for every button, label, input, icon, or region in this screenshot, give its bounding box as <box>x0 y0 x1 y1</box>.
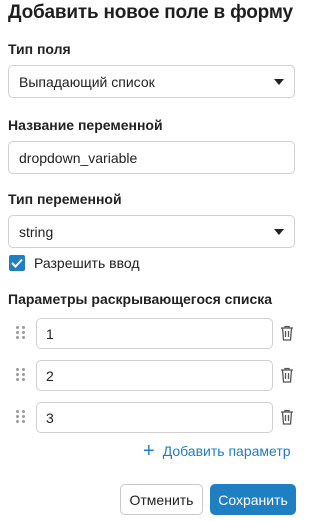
param-value: 1 <box>46 325 54 342</box>
trash-icon[interactable] <box>280 325 294 341</box>
drag-handle-icon[interactable] <box>16 326 26 340</box>
allow-input-checkbox[interactable] <box>9 255 25 271</box>
plus-icon: + <box>143 440 155 462</box>
save-button[interactable]: Сохранить <box>210 484 296 515</box>
variable-name-value: dropdown_variable <box>19 149 138 166</box>
variable-type-label: Тип переменной <box>8 191 122 207</box>
dropdown-params-label: Параметры раскрывающегося списка <box>8 291 273 307</box>
variable-name-label: Название переменной <box>8 117 163 133</box>
variable-type-select[interactable]: string <box>8 215 295 248</box>
param-row-1: 1 <box>16 318 297 349</box>
drag-handle-icon[interactable] <box>16 410 26 424</box>
allow-input-label: Разрешить ввод <box>34 255 140 271</box>
param-input[interactable]: 2 <box>36 360 273 391</box>
param-value: 2 <box>46 367 54 384</box>
variable-name-input[interactable]: dropdown_variable <box>8 141 295 174</box>
add-param-button[interactable]: + Добавить параметр <box>143 441 291 461</box>
field-type-select[interactable]: Выпадающий список <box>8 65 295 98</box>
param-row-2: 2 <box>16 360 297 391</box>
add-param-label: Добавить параметр <box>162 443 291 459</box>
field-type-value: Выпадающий список <box>19 73 155 90</box>
param-value: 3 <box>46 409 54 426</box>
drag-handle-icon[interactable] <box>16 368 26 382</box>
param-input[interactable]: 1 <box>36 318 273 349</box>
dialog-title: Добавить новое поле в форму <box>8 2 293 23</box>
trash-icon[interactable] <box>280 367 294 383</box>
allow-input-row[interactable]: Разрешить ввод <box>9 255 140 271</box>
param-input[interactable]: 3 <box>36 402 273 433</box>
chevron-down-icon <box>274 229 284 235</box>
chevron-down-icon <box>274 79 284 85</box>
param-row-3: 3 <box>16 402 297 433</box>
variable-type-value: string <box>19 223 54 240</box>
trash-icon[interactable] <box>280 409 294 425</box>
cancel-button[interactable]: Отменить <box>120 484 203 515</box>
field-type-label: Тип поля <box>8 41 71 57</box>
checkmark-icon <box>11 258 23 268</box>
